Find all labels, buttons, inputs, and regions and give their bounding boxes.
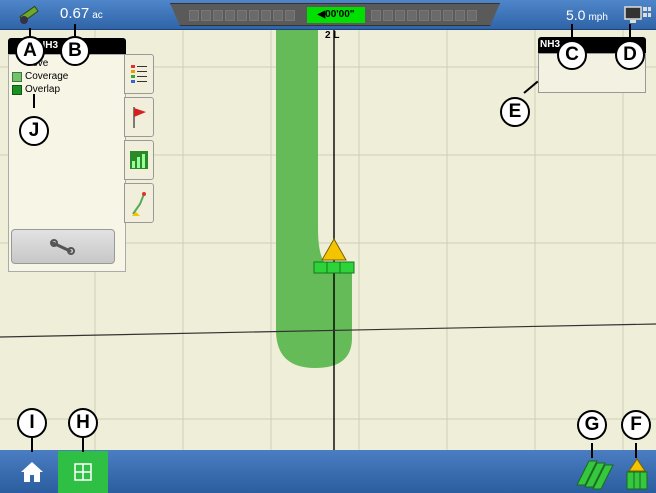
implement-button[interactable] (622, 455, 652, 491)
lightbar[interactable]: ◀00'00" (170, 3, 500, 26)
lightbar-offset: ◀00'00" (307, 7, 365, 23)
coverage-swath (276, 30, 352, 368)
callout-e: E (500, 97, 530, 127)
legend-tab-icon (131, 65, 147, 83)
callout-line (82, 436, 84, 452)
callout-j: J (19, 116, 49, 146)
home-icon (21, 462, 43, 482)
lightbar-segment (443, 10, 453, 21)
row-label: 2 L (325, 30, 340, 41)
lightbar-segment (213, 10, 223, 21)
callout-line (33, 94, 35, 108)
callout-d: D (615, 40, 645, 70)
area-value: 0.67 (60, 5, 90, 22)
coverage-icon (576, 460, 614, 490)
callout-line (31, 436, 33, 452)
lightbar-segment (371, 10, 381, 21)
gps-icon[interactable] (16, 4, 42, 26)
callout-i: I (17, 408, 47, 438)
map-grid-icon (74, 463, 92, 481)
lightbar-segment (419, 10, 429, 21)
callout-b: B (60, 36, 90, 66)
lightbar-segment (225, 10, 235, 21)
tab-flags[interactable] (124, 97, 154, 137)
lightbar-segment (467, 10, 477, 21)
callout-f: F (621, 410, 651, 440)
speed-readout[interactable]: 5.0 mph (566, 7, 608, 23)
callout-g: G (577, 410, 607, 440)
lightbar-segment (237, 10, 247, 21)
display-icon[interactable] (624, 5, 652, 25)
implement-marker (313, 261, 355, 274)
chart-icon (130, 151, 148, 169)
map-button[interactable] (58, 451, 108, 493)
legend-item: Overlap (12, 84, 60, 95)
implement-icon (626, 458, 648, 490)
lightbar-segment (431, 10, 441, 21)
lightbar-segment (201, 10, 211, 21)
lightbar-arrow-icon: ◀ (317, 9, 326, 20)
callout-h: H (68, 408, 98, 438)
coverage-button[interactable] (575, 455, 615, 491)
speed-unit: mph (588, 12, 608, 23)
home-button[interactable] (14, 455, 50, 489)
wrench-icon (50, 238, 75, 255)
speed-value: 5.0 (566, 7, 586, 23)
screen: 2 L 0.67 ac ◀00'00" 5.0 mph NH3 Coverage… (0, 0, 656, 493)
callout-line (635, 443, 637, 458)
flag-icon (133, 107, 146, 128)
guidance-icon (132, 192, 146, 216)
callout-line (591, 443, 593, 458)
lightbar-segment (189, 10, 199, 21)
lightbar-segment (407, 10, 417, 21)
lightbar-segment (285, 10, 295, 21)
settings-button[interactable] (11, 229, 115, 264)
legend-swatch (12, 84, 22, 95)
lightbar-segment (249, 10, 259, 21)
vehicle-icon (321, 237, 347, 261)
lightbar-segment (261, 10, 271, 21)
callout-a: A (15, 36, 45, 66)
area-readout[interactable]: 0.67 ac (60, 5, 103, 22)
legend-item: Coverage (12, 71, 68, 82)
area-unit: ac (92, 10, 103, 21)
legend-swatch (12, 71, 22, 82)
tab-legend[interactable] (124, 54, 154, 94)
callout-c: C (557, 40, 587, 70)
lightbar-segment (455, 10, 465, 21)
tab-guidance[interactable] (124, 183, 154, 223)
lightbar-segment (395, 10, 405, 21)
lightbar-segment (383, 10, 393, 21)
lightbar-segment (273, 10, 283, 21)
tab-charts[interactable] (124, 140, 154, 180)
